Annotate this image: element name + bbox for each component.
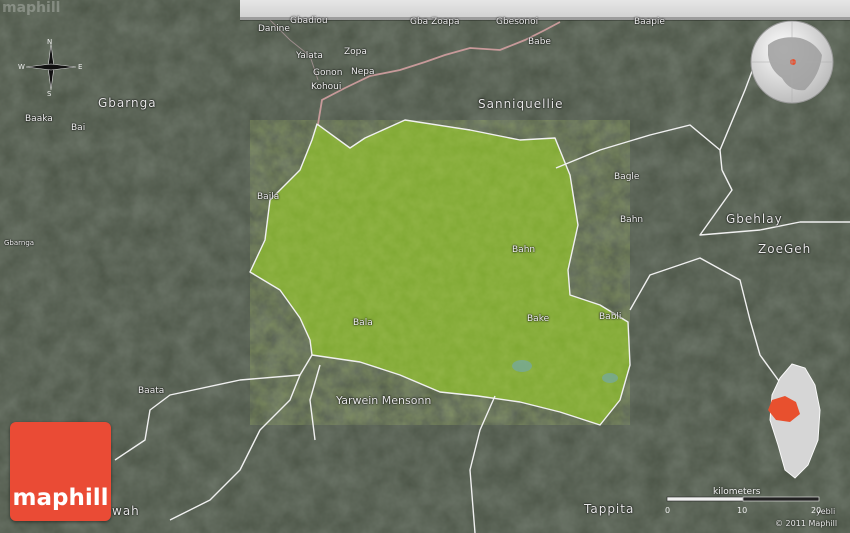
region-label-sanniquellie: Sanniquellie bbox=[478, 97, 564, 111]
place-label-yalata: Yalata bbox=[296, 51, 323, 61]
svg-text:S: S bbox=[47, 90, 52, 96]
place-label-baata: Baata bbox=[138, 386, 165, 396]
region-label-gbarnga: Gbarnga bbox=[98, 96, 157, 110]
place-label-kohoui: Kohoui bbox=[311, 82, 342, 92]
maphill-logo[interactable]: maphill bbox=[10, 422, 111, 521]
copyright-text: © 2011 Maphill bbox=[775, 519, 838, 528]
place-label-gbarnga-small: Gbarnga bbox=[4, 239, 35, 247]
compass-icon: N S E W bbox=[18, 38, 82, 96]
place-label-babe: Babe bbox=[528, 37, 551, 47]
place-label-baila: Baila bbox=[257, 192, 280, 202]
region-label-zoegeh: ZoeGeh bbox=[758, 242, 812, 256]
svg-text:W: W bbox=[18, 63, 25, 71]
place-label-bai: Bai bbox=[71, 123, 86, 133]
place-label-babli: Babli bbox=[599, 312, 622, 322]
region-label-wah: wah bbox=[112, 504, 140, 518]
scale-tick-20: 20 bbox=[811, 506, 821, 515]
faded-brand-watermark: maphill bbox=[2, 0, 61, 16]
place-label-gonon: Gonon bbox=[313, 68, 343, 78]
place-label-danine: Danine bbox=[258, 24, 290, 34]
maphill-logo-text: maphill bbox=[12, 485, 109, 511]
svg-text:E: E bbox=[78, 63, 82, 71]
place-label-bagle: Bagle bbox=[614, 172, 640, 182]
place-label-nepa: Nepa bbox=[351, 67, 375, 77]
svg-text:N: N bbox=[47, 38, 52, 46]
place-label-gbadiou: Gbadiou bbox=[290, 16, 328, 26]
region-label-tappita: Tappita bbox=[584, 502, 635, 516]
place-label-bahn: Bahn bbox=[512, 245, 536, 255]
scale-bar: 0 10 20 bbox=[665, 496, 821, 515]
place-label-gbesonoi: Gbesonoi bbox=[496, 17, 539, 27]
place-label-baapie: Baapie bbox=[634, 17, 665, 27]
place-label-bala: Bala bbox=[353, 318, 373, 328]
place-label-zopa: Zopa bbox=[344, 47, 367, 57]
top-bar-shadow bbox=[240, 17, 850, 21]
place-label-bahn-east: Bahn bbox=[620, 215, 644, 225]
place-label-gba-zoapa: Gba Zoapa bbox=[410, 17, 460, 27]
scale-tick-10: 10 bbox=[737, 506, 747, 515]
satellite-terrain bbox=[0, 0, 850, 533]
place-label-bake: Bake bbox=[527, 314, 550, 324]
place-label-baaka: Baaka bbox=[25, 114, 53, 124]
region-label-yarwein-mensonn: Yarwein Mensonn bbox=[336, 394, 432, 407]
scale-tick-0: 0 bbox=[665, 506, 670, 515]
region-label-gbehlay: Gbehlay bbox=[726, 212, 783, 226]
map-viewport[interactable]: maphill N S E W Gbadiou Danine Gba Zoapa… bbox=[0, 0, 850, 533]
globe-icon bbox=[750, 20, 834, 104]
